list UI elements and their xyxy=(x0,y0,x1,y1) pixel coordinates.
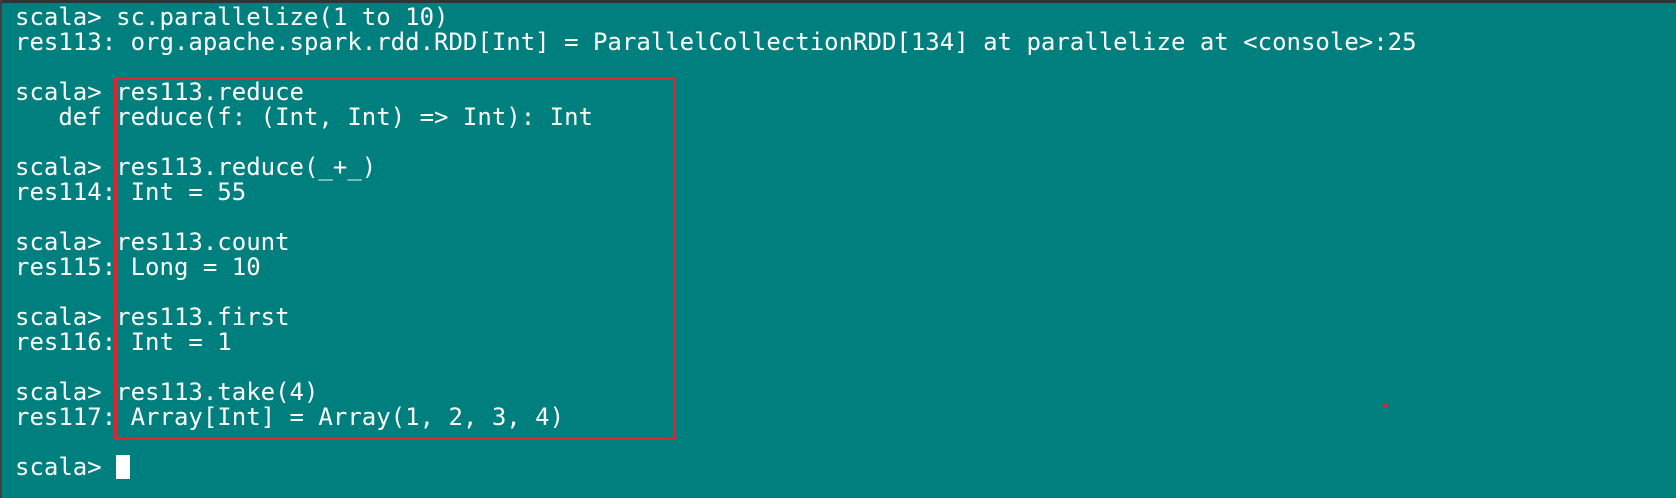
terminal-line: scala> res113.first xyxy=(15,303,290,331)
terminal-line: scala> res113.reduce xyxy=(15,78,304,106)
terminal-line: scala> res113.take(4) xyxy=(15,378,319,406)
terminal-line: scala> res113.count xyxy=(15,228,290,256)
prompt-line[interactable]: scala> xyxy=(15,455,1665,480)
terminal-line: res115: Long = 10 xyxy=(15,253,261,281)
terminal-output[interactable]: scala> sc.parallelize(1 to 10) res113: o… xyxy=(15,5,1665,480)
terminal-line: res116: Int = 1 xyxy=(15,328,232,356)
text-cursor xyxy=(116,455,131,479)
terminal-line: res113: org.apache.spark.rdd.RDD[Int] = … xyxy=(15,28,1417,56)
annotation-dot xyxy=(1384,404,1387,407)
terminal-line: def reduce(f: (Int, Int) => Int): Int xyxy=(15,103,593,131)
terminal-line: res114: Int = 55 xyxy=(15,178,247,206)
window-left-edge xyxy=(0,0,2,498)
terminal-line: scala> res113.reduce(_+_) xyxy=(15,153,377,181)
prompt-text: scala> xyxy=(15,453,117,481)
terminal-line: scala> sc.parallelize(1 to 10) xyxy=(15,3,449,31)
terminal-line: res117: Array[Int] = Array(1, 2, 3, 4) xyxy=(15,403,565,431)
